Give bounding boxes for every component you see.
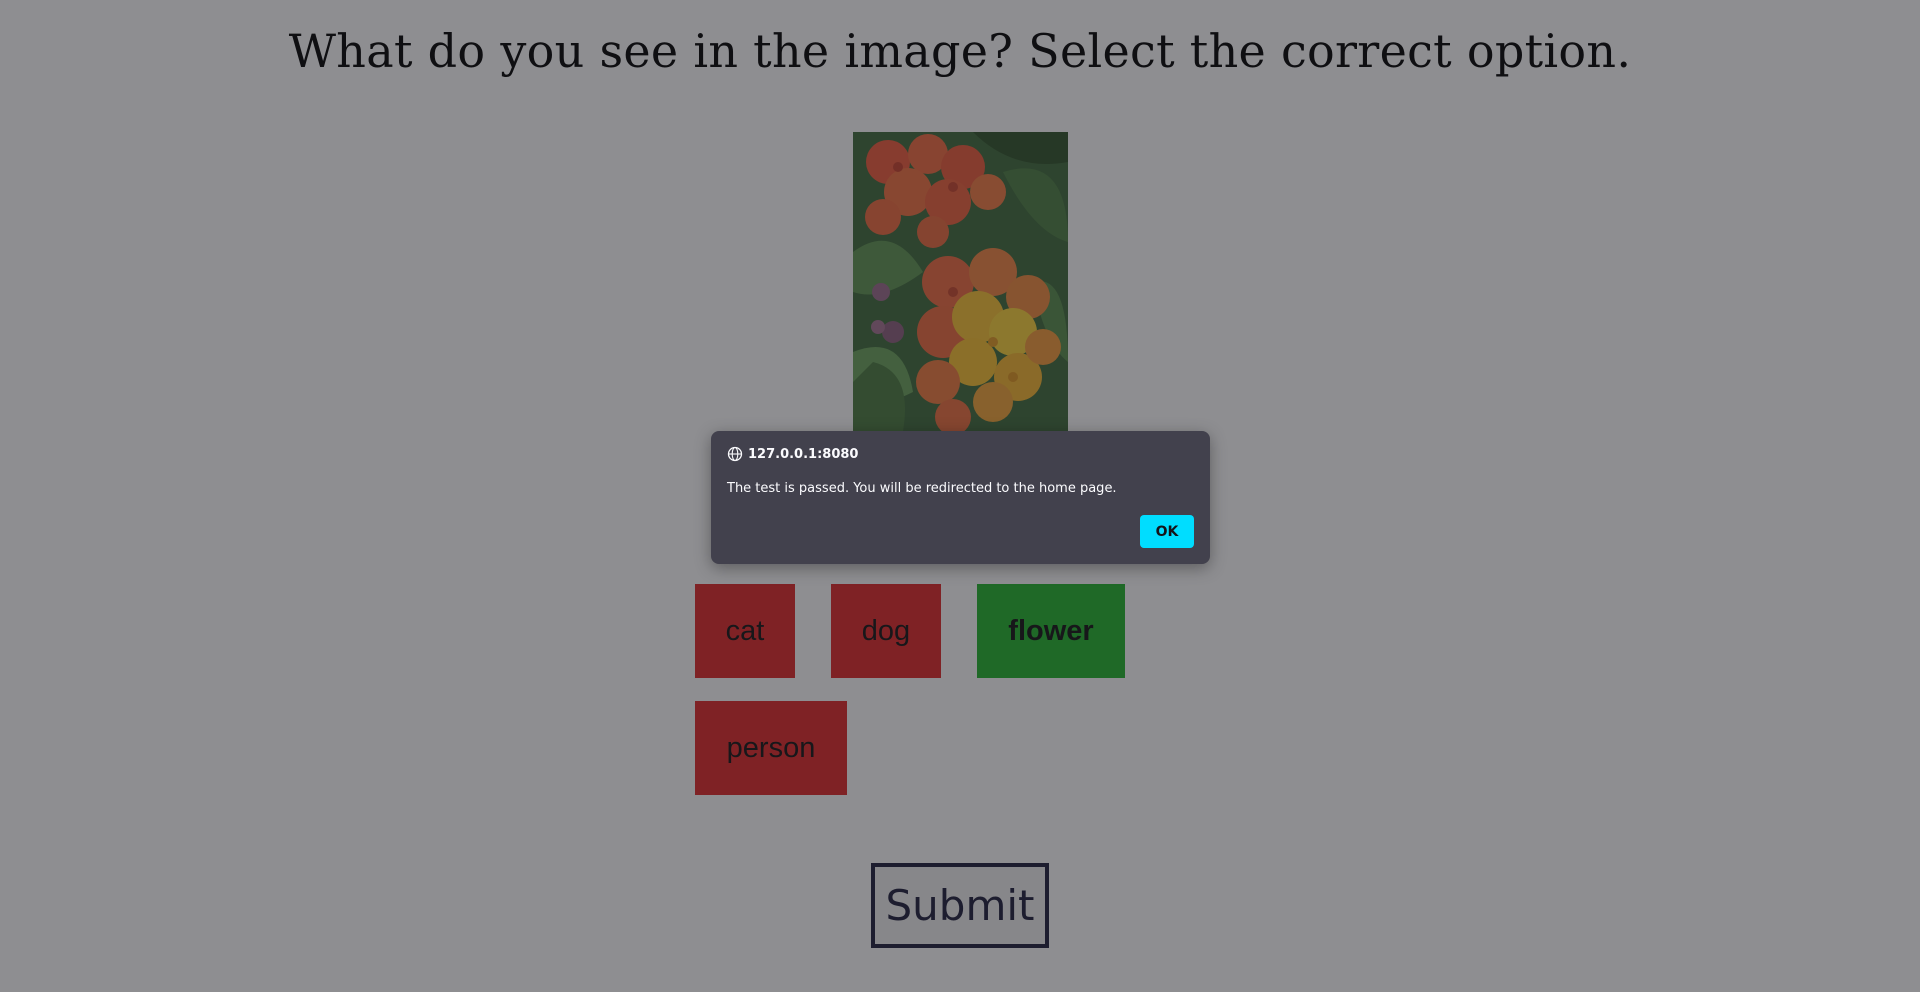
dialog-message: The test is passed. You will be redirect… xyxy=(727,481,1117,496)
ok-button[interactable]: OK xyxy=(1140,515,1194,548)
globe-icon xyxy=(727,446,743,462)
dialog-origin-text: 127.0.0.1:8080 xyxy=(748,446,859,462)
dialog-origin: 127.0.0.1:8080 xyxy=(727,446,858,462)
alert-dialog: 127.0.0.1:8080 The test is passed. You w… xyxy=(711,431,1210,564)
